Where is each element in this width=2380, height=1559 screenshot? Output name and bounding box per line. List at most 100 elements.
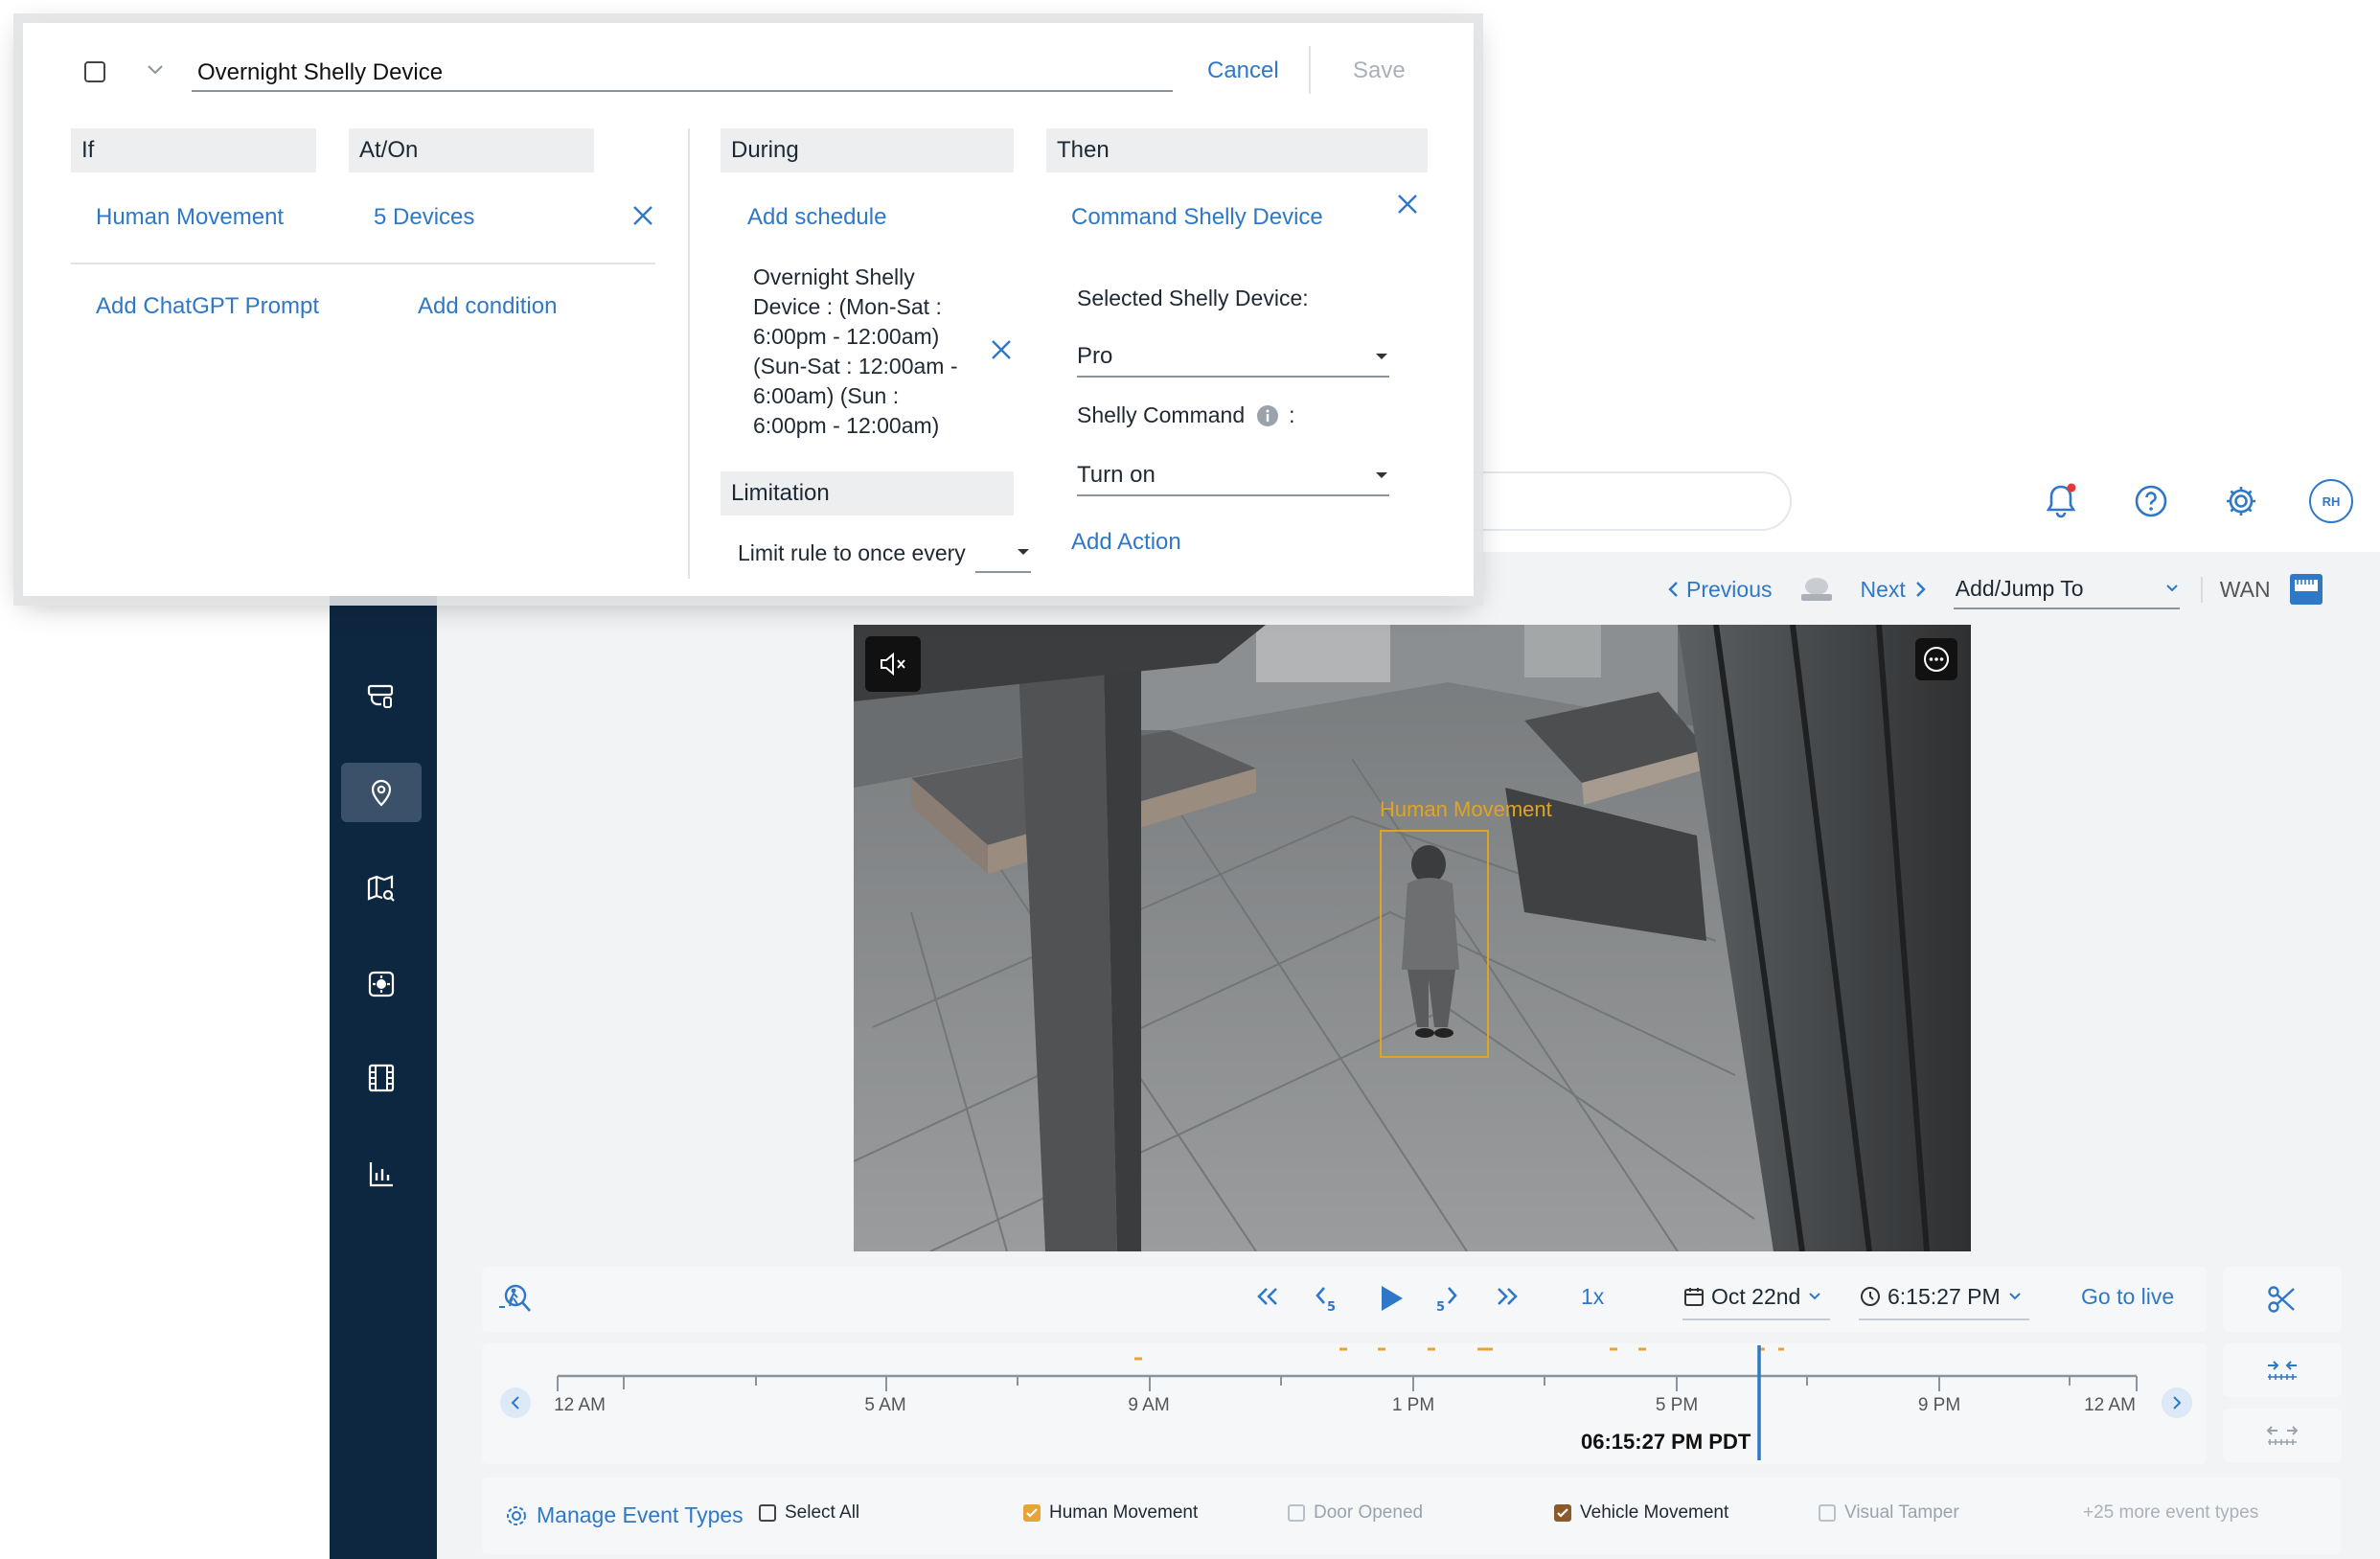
timeline-label: 12 AM xyxy=(554,1395,606,1415)
chevron-down-icon xyxy=(2008,1292,2022,1301)
at-on-header: At/On xyxy=(349,128,594,172)
select-all-checkbox[interactable]: Select All xyxy=(759,1502,859,1524)
event-type-label: Vehicle Movement xyxy=(1580,1502,1729,1523)
sidebar-item-analytics[interactable] xyxy=(341,1144,422,1204)
clock-icon xyxy=(1859,1285,1882,1308)
camera-toolbar: Previous Next Add/Jump To WAN xyxy=(1667,565,2357,613)
remove-schedule-button[interactable] xyxy=(989,337,1014,362)
timeline-label: 5 AM xyxy=(864,1395,906,1415)
trigger-human-movement-link[interactable]: Human Movement xyxy=(96,204,284,231)
save-button[interactable]: Save xyxy=(1353,57,1406,84)
timeline-cursor-time: 06:15:27 PM PDT xyxy=(1581,1430,1751,1454)
jump-to-select[interactable]: Add/Jump To xyxy=(1953,569,2180,609)
network-port-icon[interactable] xyxy=(2288,572,2324,607)
info-icon[interactable] xyxy=(1256,404,1279,427)
search-person-icon[interactable] xyxy=(496,1282,533,1317)
timeline-label: 9 PM xyxy=(1917,1395,1961,1415)
chart-icon xyxy=(365,1158,398,1190)
settings-icon[interactable] xyxy=(2219,479,2263,523)
timeline-zoom-out-button[interactable] xyxy=(2223,1409,2342,1462)
rule-expand-toggle[interactable] xyxy=(146,63,165,77)
shelly-device-select[interactable]: Pro xyxy=(1077,337,1389,378)
schedule-line: 6:00pm - 12:00am) xyxy=(753,324,940,349)
chevron-down-icon xyxy=(2164,584,2180,593)
remove-condition-button[interactable] xyxy=(630,203,655,228)
add-action-link[interactable]: Add Action xyxy=(1071,529,1181,556)
skip-back-5-icon[interactable]: 5 xyxy=(1313,1282,1341,1315)
checkbox[interactable] xyxy=(759,1504,776,1522)
command-shelly-device-link[interactable]: Command Shelly Device xyxy=(1071,204,1323,231)
time-select[interactable]: 6:15:27 PM xyxy=(1859,1274,2029,1320)
checkbox-checked[interactable] xyxy=(1023,1504,1041,1522)
schedule-line: Overnight Shelly xyxy=(753,264,915,289)
next-button[interactable]: Next xyxy=(1860,577,1926,603)
manage-event-types-button[interactable]: Manage Event Types xyxy=(504,1502,744,1528)
camera-icon xyxy=(365,680,398,713)
chevron-right-icon xyxy=(2172,1395,2182,1410)
fast-forward-icon[interactable] xyxy=(1495,1282,1520,1311)
play-icon[interactable] xyxy=(1374,1282,1407,1315)
speaker-muted-icon xyxy=(878,651,908,677)
close-icon xyxy=(1395,192,1420,217)
timeline-label: 12 AM xyxy=(2084,1395,2136,1415)
limit-interval-select[interactable] xyxy=(975,533,1031,573)
sidebar-item-devices[interactable] xyxy=(341,954,422,1014)
next-label: Next xyxy=(1860,576,1906,602)
event-type-vehicle-movement[interactable]: Vehicle Movement xyxy=(1554,1502,1728,1524)
rule-select-checkbox[interactable] xyxy=(84,61,105,82)
chevron-right-icon xyxy=(1915,580,1927,599)
checkbox[interactable] xyxy=(1288,1504,1305,1522)
sidebar-item-cameras[interactable] xyxy=(341,667,422,726)
shelly-command-select[interactable]: Turn on xyxy=(1077,456,1389,496)
cancel-button[interactable]: Cancel xyxy=(1207,57,1279,84)
avatar[interactable]: RH xyxy=(2309,479,2353,523)
skip-forward-5-icon[interactable]: 5 xyxy=(1433,1282,1462,1315)
date-select[interactable]: Oct 22nd xyxy=(1682,1274,1830,1320)
add-chatgpt-prompt-link[interactable]: Add ChatGPT Prompt xyxy=(96,293,319,320)
add-condition-link[interactable]: Add condition xyxy=(418,293,557,320)
add-schedule-link[interactable]: Add schedule xyxy=(747,204,886,231)
timeline-back-button[interactable] xyxy=(500,1387,531,1418)
expand-icon xyxy=(2266,1423,2299,1448)
during-header: During xyxy=(721,128,1014,172)
timeline-zoom-in-button[interactable] xyxy=(2223,1343,2342,1397)
divider xyxy=(71,263,655,264)
schedule-line: 6:00pm - 12:00am) xyxy=(753,413,940,438)
checkbox-checked[interactable] xyxy=(1554,1504,1571,1522)
more-icon xyxy=(1922,645,1951,674)
timeline-track[interactable] xyxy=(556,1345,2146,1460)
sidebar-item-locations[interactable] xyxy=(341,763,422,822)
bell-icon[interactable] xyxy=(2039,479,2083,523)
go-to-live-button[interactable]: Go to live xyxy=(2081,1284,2174,1310)
camera-device-icon xyxy=(1798,575,1835,604)
location-pin-icon xyxy=(365,776,398,809)
more-options-button[interactable] xyxy=(1915,638,1957,680)
search-input[interactable] xyxy=(1418,471,1792,531)
caret-down-icon xyxy=(1016,547,1031,557)
clip-button[interactable] xyxy=(2223,1267,2342,1332)
rewind-icon[interactable] xyxy=(1255,1282,1280,1311)
manage-event-types-label: Manage Event Types xyxy=(537,1502,744,1527)
shelly-command-colon: : xyxy=(1289,402,1295,427)
sidebar-item-clips[interactable] xyxy=(341,1048,422,1108)
help-icon[interactable] xyxy=(2129,479,2173,523)
playback-speed[interactable]: 1x xyxy=(1581,1284,1604,1310)
calendar-icon xyxy=(1682,1285,1705,1308)
event-type-human-movement[interactable]: Human Movement xyxy=(1023,1502,1198,1524)
timeline-forward-button[interactable] xyxy=(2162,1387,2192,1418)
more-event-types-link[interactable]: +25 more event types xyxy=(2083,1502,2258,1524)
caret-down-icon xyxy=(1374,352,1389,361)
previous-button[interactable]: Previous xyxy=(1667,577,1772,603)
rule-name-input[interactable]: Overnight Shelly Device xyxy=(192,56,1173,92)
devices-link[interactable]: 5 Devices xyxy=(374,204,474,231)
chevron-left-icon xyxy=(1667,580,1679,599)
mute-button[interactable] xyxy=(865,636,921,692)
event-type-visual-tamper[interactable]: Visual Tamper xyxy=(1819,1502,1959,1524)
svg-text:5: 5 xyxy=(1327,1300,1336,1315)
close-icon xyxy=(630,203,655,228)
sidebar-item-map-search[interactable] xyxy=(341,859,422,918)
remove-action-button[interactable] xyxy=(1395,192,1420,217)
event-type-door-opened[interactable]: Door Opened xyxy=(1288,1502,1423,1524)
schedule-line: (Sun-Sat : 12:00am - xyxy=(753,354,958,378)
checkbox[interactable] xyxy=(1819,1504,1836,1522)
